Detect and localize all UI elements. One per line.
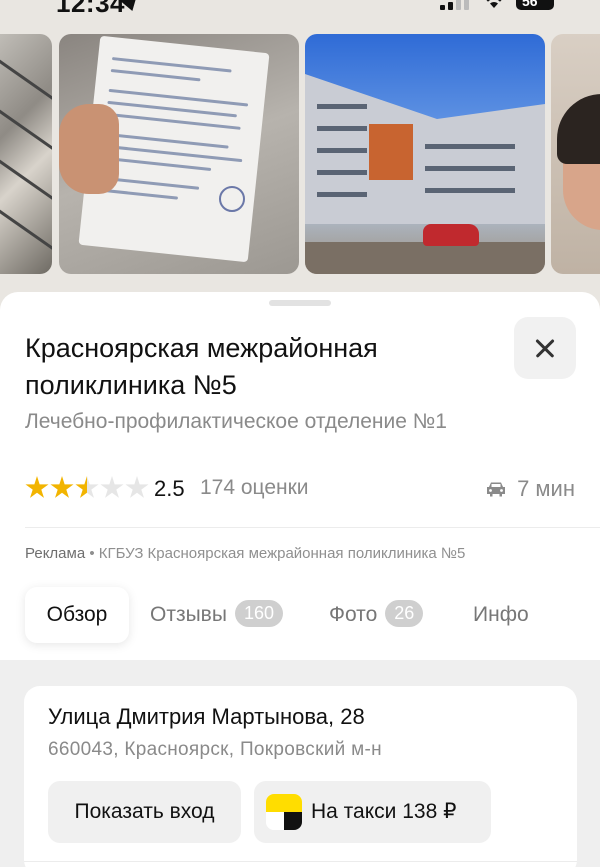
star-icon [50,476,74,498]
star-icon [25,476,49,498]
address-street[interactable]: Улица Дмитрия Мартынова, 28 [48,704,365,730]
star-icon [75,476,99,498]
ad-advertiser: КГБУЗ Красноярская межрайонная поликлини… [98,545,466,562]
yandex-taxi-icon [266,794,302,830]
tab-overview[interactable]: Обзор [25,587,129,643]
place-card-sheet: Красноярская межрайонная поликлиника №5 … [0,292,600,867]
tab-info-label: Инфо [473,603,529,626]
address-card: Улица Дмитрия Мартынова, 28 660043, Крас… [24,686,577,867]
place-title: Красноярская межрайонная поликлиника №5 [25,333,378,400]
signal-icon [440,0,470,10]
battery-icon: 56 [516,0,554,10]
address-locality: 660043, Красноярск, Покровский м-н [48,739,382,760]
tab-info[interactable]: Инфо [473,587,529,643]
star-icon [100,476,124,498]
sheet-grabber[interactable] [269,300,331,306]
tab-photos-label: Фото [329,603,378,626]
status-time: 12:34 [56,0,125,18]
content-area: Улица Дмитрия Мартынова, 28 660043, Крас… [0,660,600,867]
car-icon [487,482,506,497]
tab-photos[interactable]: Фото 26 [329,587,424,643]
photo-gallery[interactable] [0,34,600,274]
ad-label: Реклама [25,545,86,562]
rating-count[interactable]: 174 оценки [200,476,309,500]
close-button[interactable] [514,317,576,379]
taxi-button[interactable]: На такси 138 ₽ [254,781,491,843]
rating-value: 2.5 [154,476,185,501]
gallery-photo-person[interactable] [551,34,600,274]
gallery-photo-stairs[interactable] [0,34,52,274]
drive-time-label: 7 мин [517,476,575,501]
gallery-photo-building[interactable] [305,34,545,274]
rating-row[interactable]: 2.5 174 оценки 7 мин [25,474,575,504]
taxi-button-label: На такси 138 ₽ [311,800,457,823]
divider [25,527,600,528]
card-divider [24,861,577,862]
drive-time[interactable]: 7 мин [485,476,575,502]
tab-reviews-label: Отзывы [150,603,227,626]
ad-line[interactable]: Реклама • КГБУЗ Красноярская межрайонная… [25,545,465,562]
photos-count-badge: 26 [385,600,424,627]
tab-overview-label: Обзор [46,603,108,626]
show-entrance-button[interactable]: Показать вход [48,781,241,843]
tab-reviews[interactable]: Отзывы 160 [150,587,283,643]
status-bar: 12:34 56 [0,0,600,20]
battery-level: 56 [522,0,538,9]
tab-bar: Обзор Отзывы 160 Фото 26 Инфо [25,587,600,643]
place-subtitle: Лечебно-профилактическое отделение №1 [25,410,447,433]
reviews-count-badge: 160 [234,600,283,627]
gallery-photo-document[interactable] [59,34,299,274]
star-icon [125,476,149,498]
wifi-icon [486,0,502,8]
